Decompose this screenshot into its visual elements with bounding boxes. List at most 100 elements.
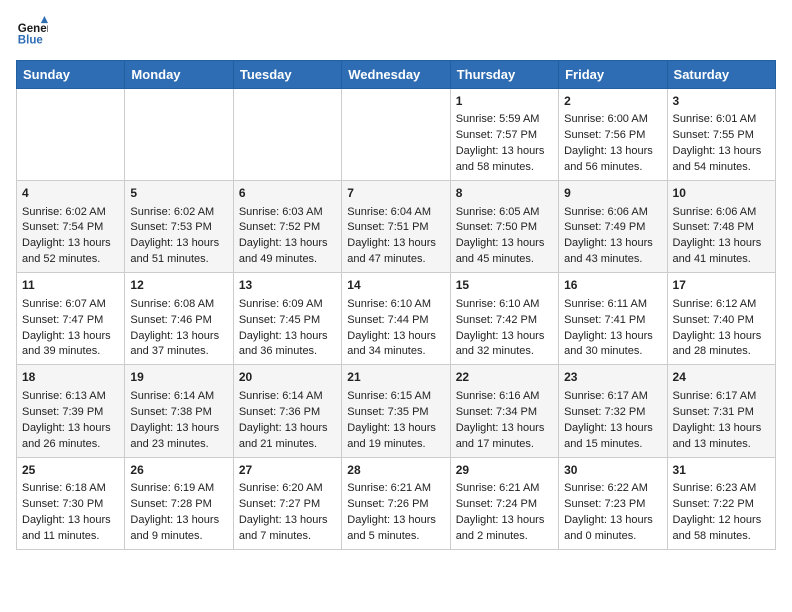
- calendar-cell: 15Sunrise: 6:10 AMSunset: 7:42 PMDayligh…: [450, 273, 558, 365]
- day-number: 24: [673, 369, 770, 386]
- day-info: Sunrise: 6:02 AM: [22, 205, 119, 221]
- calendar-cell: 3Sunrise: 6:01 AMSunset: 7:55 PMDaylight…: [667, 89, 775, 181]
- calendar-cell: 5Sunrise: 6:02 AMSunset: 7:53 PMDaylight…: [125, 181, 233, 273]
- day-info: Sunset: 7:42 PM: [456, 313, 553, 329]
- calendar-cell: 29Sunrise: 6:21 AMSunset: 7:24 PMDayligh…: [450, 457, 558, 549]
- day-info: Sunrise: 6:12 AM: [673, 297, 770, 313]
- svg-text:Blue: Blue: [18, 35, 44, 47]
- calendar-table: SundayMondayTuesdayWednesdayThursdayFrid…: [16, 60, 776, 550]
- day-info: Daylight: 13 hours: [347, 329, 444, 345]
- day-info: and 26 minutes.: [22, 437, 119, 453]
- day-info: Daylight: 13 hours: [564, 513, 661, 529]
- calendar-cell: 28Sunrise: 6:21 AMSunset: 7:26 PMDayligh…: [342, 457, 450, 549]
- day-info: Sunrise: 6:01 AM: [673, 112, 770, 128]
- day-info: and 28 minutes.: [673, 344, 770, 360]
- weekday-header: Wednesday: [342, 61, 450, 89]
- day-info: Sunrise: 6:23 AM: [673, 481, 770, 497]
- day-info: Sunset: 7:28 PM: [130, 497, 227, 513]
- day-info: Sunrise: 6:18 AM: [22, 481, 119, 497]
- day-info: Sunrise: 6:13 AM: [22, 389, 119, 405]
- logo-icon: General Blue: [16, 16, 48, 48]
- day-info: Sunset: 7:53 PM: [130, 220, 227, 236]
- day-info: Sunset: 7:38 PM: [130, 405, 227, 421]
- day-info: Sunset: 7:51 PM: [347, 220, 444, 236]
- day-info: and 13 minutes.: [673, 437, 770, 453]
- day-number: 2: [564, 93, 661, 110]
- day-info: Sunset: 7:46 PM: [130, 313, 227, 329]
- calendar-cell: 22Sunrise: 6:16 AMSunset: 7:34 PMDayligh…: [450, 365, 558, 457]
- day-number: 10: [673, 185, 770, 202]
- day-info: Daylight: 13 hours: [564, 144, 661, 160]
- calendar-cell: 16Sunrise: 6:11 AMSunset: 7:41 PMDayligh…: [559, 273, 667, 365]
- calendar-week-row: 11Sunrise: 6:07 AMSunset: 7:47 PMDayligh…: [17, 273, 776, 365]
- day-info: Sunrise: 6:17 AM: [564, 389, 661, 405]
- day-info: Daylight: 13 hours: [239, 236, 336, 252]
- page-header: General Blue: [16, 16, 776, 48]
- day-info: Daylight: 13 hours: [456, 421, 553, 437]
- calendar-cell: 23Sunrise: 6:17 AMSunset: 7:32 PMDayligh…: [559, 365, 667, 457]
- day-info: Sunset: 7:27 PM: [239, 497, 336, 513]
- day-info: and 19 minutes.: [347, 437, 444, 453]
- day-info: and 15 minutes.: [564, 437, 661, 453]
- day-info: Sunrise: 6:08 AM: [130, 297, 227, 313]
- day-info: Daylight: 13 hours: [22, 329, 119, 345]
- day-info: and 52 minutes.: [22, 252, 119, 268]
- calendar-cell: 4Sunrise: 6:02 AMSunset: 7:54 PMDaylight…: [17, 181, 125, 273]
- day-info: Daylight: 13 hours: [456, 513, 553, 529]
- day-info: and 43 minutes.: [564, 252, 661, 268]
- day-info: Sunrise: 6:10 AM: [347, 297, 444, 313]
- day-info: Sunrise: 6:15 AM: [347, 389, 444, 405]
- calendar-cell: 31 Sunrise: 6:23 AMSunset: 7:22 PMDayligh…: [667, 457, 775, 549]
- day-info: Sunrise: 6:05 AM: [456, 205, 553, 221]
- day-number: 9: [564, 185, 661, 202]
- day-info: Sunset: 7:35 PM: [347, 405, 444, 421]
- day-info: Daylight: 12 hours: [673, 513, 770, 529]
- day-info: Sunrise: 6:21 AM: [347, 481, 444, 497]
- day-info: Daylight: 13 hours: [130, 421, 227, 437]
- day-number: 15: [456, 277, 553, 294]
- day-info: Daylight: 13 hours: [130, 329, 227, 345]
- calendar-cell: 20Sunrise: 6:14 AMSunset: 7:36 PMDayligh…: [233, 365, 341, 457]
- day-number: 6: [239, 185, 336, 202]
- day-info: and 51 minutes.: [130, 252, 227, 268]
- calendar-cell: 14Sunrise: 6:10 AMSunset: 7:44 PMDayligh…: [342, 273, 450, 365]
- day-info: and 39 minutes.: [22, 344, 119, 360]
- day-info: Daylight: 13 hours: [673, 421, 770, 437]
- day-number: 17: [673, 277, 770, 294]
- day-info: and 32 minutes.: [456, 344, 553, 360]
- day-info: Sunrise: 6:06 AM: [673, 205, 770, 221]
- calendar-cell: 9Sunrise: 6:06 AMSunset: 7:49 PMDaylight…: [559, 181, 667, 273]
- day-number: 23: [564, 369, 661, 386]
- calendar-cell: 26Sunrise: 6:19 AMSunset: 7:28 PMDayligh…: [125, 457, 233, 549]
- day-info: Daylight: 13 hours: [239, 513, 336, 529]
- day-info: Daylight: 13 hours: [22, 513, 119, 529]
- calendar-cell: 19Sunrise: 6:14 AMSunset: 7:38 PMDayligh…: [125, 365, 233, 457]
- day-info: and 54 minutes.: [673, 160, 770, 176]
- day-info: Sunrise: 5:59 AM: [456, 112, 553, 128]
- day-info: Sunset: 7:41 PM: [564, 313, 661, 329]
- calendar-week-row: 1Sunrise: 5:59 AMSunset: 7:57 PMDaylight…: [17, 89, 776, 181]
- calendar-cell: 2Sunrise: 6:00 AMSunset: 7:56 PMDaylight…: [559, 89, 667, 181]
- day-info: Daylight: 13 hours: [673, 144, 770, 160]
- day-info: Sunset: 7:22 PM: [673, 497, 770, 513]
- calendar-week-row: 25Sunrise: 6:18 AMSunset: 7:30 PMDayligh…: [17, 457, 776, 549]
- day-info: Sunrise: 6:20 AM: [239, 481, 336, 497]
- calendar-week-row: 18Sunrise: 6:13 AMSunset: 7:39 PMDayligh…: [17, 365, 776, 457]
- day-info: and 9 minutes.: [130, 529, 227, 545]
- day-info: and 30 minutes.: [564, 344, 661, 360]
- day-info: Sunset: 7:48 PM: [673, 220, 770, 236]
- day-info: Daylight: 13 hours: [347, 421, 444, 437]
- day-number: 30: [564, 462, 661, 479]
- day-info: Daylight: 13 hours: [456, 144, 553, 160]
- day-info: Sunset: 7:40 PM: [673, 313, 770, 329]
- calendar-cell: [233, 89, 341, 181]
- day-info: and 34 minutes.: [347, 344, 444, 360]
- weekday-header: Friday: [559, 61, 667, 89]
- calendar-cell: 7Sunrise: 6:04 AMSunset: 7:51 PMDaylight…: [342, 181, 450, 273]
- day-info: and 45 minutes.: [456, 252, 553, 268]
- day-number: 29: [456, 462, 553, 479]
- day-number: 28: [347, 462, 444, 479]
- calendar-cell: [125, 89, 233, 181]
- day-number: 22: [456, 369, 553, 386]
- day-number: 31: [673, 462, 770, 479]
